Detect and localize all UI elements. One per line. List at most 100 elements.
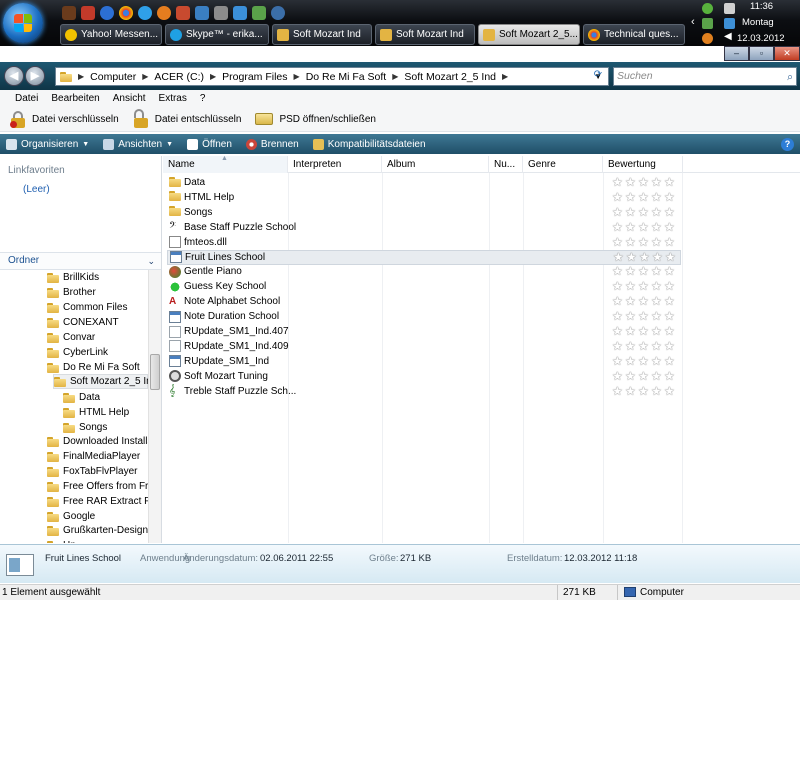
clock-date[interactable]: 12.03.2012: [737, 33, 785, 44]
star-icon[interactable]: ★: [613, 250, 625, 264]
star-icon[interactable]: ★: [664, 265, 676, 278]
file-row[interactable]: Gentle Piano ★ ★ ★ ★ ★: [167, 264, 681, 279]
star-icon[interactable]: ★: [612, 369, 624, 383]
taskbar-button-active[interactable]: Soft Mozart 2_5...: [478, 24, 580, 45]
star-icon[interactable]: ★: [625, 369, 637, 383]
tree-item[interactable]: BrillKids: [47, 270, 99, 285]
star-icon[interactable]: ★: [664, 369, 676, 383]
star-icon[interactable]: ★: [651, 369, 663, 383]
column-album[interactable]: Album: [382, 156, 489, 173]
tree-item[interactable]: Google: [47, 509, 95, 524]
rating-stars[interactable]: ★ ★ ★ ★ ★: [612, 205, 676, 219]
star-icon[interactable]: ★: [625, 310, 637, 323]
star-icon[interactable]: ★: [626, 250, 638, 264]
star-icon[interactable]: ★: [638, 280, 650, 293]
star-icon[interactable]: ★: [612, 325, 624, 338]
taskbar-button[interactable]: Technical ques...: [583, 24, 685, 45]
file-row[interactable]: Songs ★ ★ ★ ★ ★: [167, 205, 681, 220]
minimize-button[interactable]: –: [724, 46, 749, 61]
taskbar-button[interactable]: Skype™ - erika...: [165, 24, 269, 45]
quicklaunch-app-icon[interactable]: [271, 6, 285, 20]
star-icon[interactable]: ★: [651, 220, 663, 234]
start-button[interactable]: [3, 3, 43, 43]
file-row[interactable]: fmteos.dll ★ ★ ★ ★ ★: [167, 235, 681, 250]
star-icon[interactable]: ★: [638, 265, 650, 278]
shield-check-icon[interactable]: [702, 3, 713, 14]
tree-item[interactable]: Do Re Mi Fa Soft: [47, 360, 140, 375]
menu-extras[interactable]: Extras: [159, 93, 187, 104]
tree-scrollbar[interactable]: [148, 270, 161, 543]
clock-day[interactable]: Montag: [742, 17, 774, 28]
star-icon[interactable]: ★: [652, 250, 664, 264]
tree-item[interactable]: CONEXANT: [47, 315, 119, 330]
column-number[interactable]: Nu...: [489, 156, 523, 173]
star-icon[interactable]: ★: [638, 176, 650, 189]
rating-stars[interactable]: ★ ★ ★ ★ ★: [612, 325, 676, 338]
star-icon[interactable]: ★: [625, 325, 637, 338]
taskbar-button[interactable]: Soft Mozart Ind: [272, 24, 372, 45]
quicklaunch-chrome-icon[interactable]: [119, 6, 133, 20]
star-icon[interactable]: ★: [625, 339, 637, 353]
star-icon[interactable]: ★: [612, 265, 624, 278]
star-icon[interactable]: ★: [664, 310, 676, 323]
breadcrumb-item[interactable]: ACER (C:): [154, 71, 204, 83]
file-row[interactable]: RUpdate_SM1_Ind ★ ★ ★ ★ ★: [167, 354, 681, 369]
star-icon[interactable]: ★: [612, 310, 624, 323]
quicklaunch-media-icon[interactable]: [100, 6, 114, 20]
burn-button[interactable]: Brennen: [245, 138, 299, 150]
taskbar-button[interactable]: Yahoo! Messen...: [60, 24, 162, 45]
star-icon[interactable]: ★: [612, 235, 624, 249]
file-row[interactable]: 𝄞 Treble Staff Puzzle Sch... ★ ★ ★ ★ ★: [167, 384, 681, 399]
quicklaunch-ie-icon[interactable]: [138, 6, 152, 20]
taskbar-button[interactable]: Soft Mozart Ind: [375, 24, 475, 45]
tree-item[interactable]: FinalMediaPlayer: [47, 449, 140, 464]
star-icon[interactable]: ★: [664, 384, 676, 398]
star-icon[interactable]: ★: [612, 384, 624, 398]
rating-stars[interactable]: ★ ★ ★ ★ ★: [612, 176, 676, 189]
tree-item[interactable]: Free Offers from Free: [47, 479, 148, 494]
star-icon[interactable]: ★: [651, 265, 663, 278]
tree-item[interactable]: HTML Help: [63, 405, 129, 420]
tree-item[interactable]: Data: [63, 390, 100, 405]
star-icon[interactable]: ★: [638, 369, 650, 383]
star-icon[interactable]: ★: [651, 310, 663, 323]
star-icon[interactable]: ★: [625, 384, 637, 398]
chevron-right-icon[interactable]: ▶: [210, 72, 216, 81]
alert-icon[interactable]: [702, 33, 713, 44]
menu-ansicht[interactable]: Ansicht: [113, 93, 146, 104]
star-icon[interactable]: ★: [638, 205, 650, 219]
menu-datei[interactable]: Datei: [15, 93, 38, 104]
star-icon[interactable]: ★: [625, 265, 637, 278]
quicklaunch-firefox-icon[interactable]: [157, 6, 171, 20]
menu-bearbeiten[interactable]: Bearbeiten: [51, 93, 99, 104]
star-icon[interactable]: ★: [638, 310, 650, 323]
rating-stars[interactable]: ★ ★ ★ ★ ★: [612, 310, 676, 323]
star-icon[interactable]: ★: [651, 339, 663, 353]
quicklaunch-app-icon[interactable]: [233, 6, 247, 20]
star-icon[interactable]: ★: [651, 205, 663, 219]
organize-button[interactable]: Organisieren ▼: [6, 138, 89, 150]
search-input[interactable]: Suchen ⌕: [613, 67, 797, 86]
star-icon[interactable]: ★: [639, 250, 651, 264]
tray-expand-icon[interactable]: ‹: [691, 16, 695, 28]
star-icon[interactable]: ★: [612, 295, 624, 308]
star-icon[interactable]: ★: [664, 235, 676, 249]
star-icon[interactable]: ★: [664, 190, 676, 204]
star-icon[interactable]: ★: [664, 354, 676, 368]
breadcrumb-item[interactable]: Do Re Mi Fa Soft: [306, 71, 387, 83]
rating-stars[interactable]: ★ ★ ★ ★ ★: [612, 265, 676, 278]
open-button[interactable]: Öffnen: [187, 138, 232, 150]
tree-item-selected[interactable]: Soft Mozart 2_5 Ind: [53, 374, 148, 389]
star-icon[interactable]: ★: [664, 205, 676, 219]
column-artists[interactable]: Interpreten: [288, 156, 382, 173]
column-rating[interactable]: Bewertung: [603, 156, 683, 173]
file-row[interactable]: Data ★ ★ ★ ★ ★: [167, 175, 681, 190]
clock-time[interactable]: 11:36: [750, 1, 773, 12]
tree-item[interactable]: Free RAR Extract Frog: [47, 494, 148, 509]
tree-item[interactable]: Convar: [47, 330, 95, 345]
quicklaunch-app-icon[interactable]: [252, 6, 266, 20]
star-icon[interactable]: ★: [625, 235, 637, 249]
star-icon[interactable]: ★: [612, 220, 624, 234]
star-icon[interactable]: ★: [612, 339, 624, 353]
quicklaunch-app-icon[interactable]: [81, 6, 95, 20]
